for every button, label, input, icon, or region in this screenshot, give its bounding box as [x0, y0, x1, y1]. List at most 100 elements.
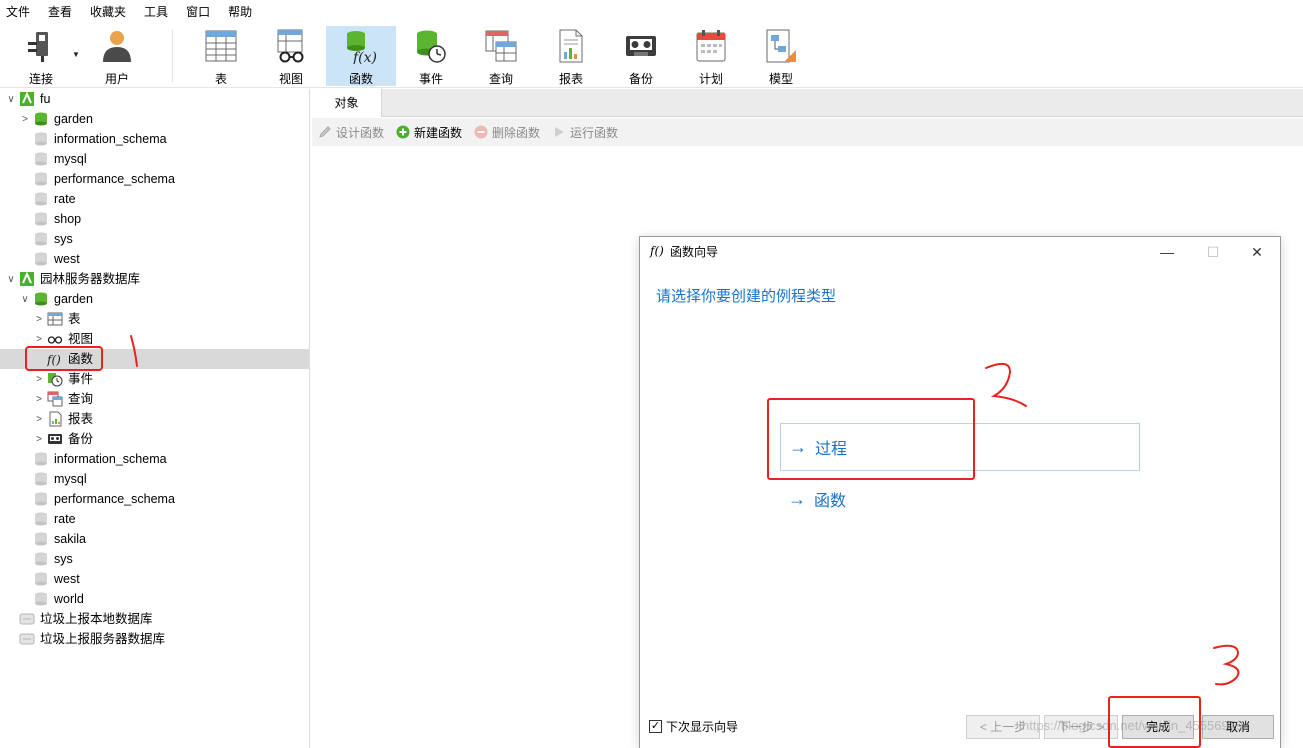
arrow-right-icon: → [789, 436, 807, 457]
database-icon [33, 291, 49, 307]
toolbar-separator [172, 30, 173, 82]
database-icon [33, 211, 49, 227]
chevron-down-icon[interactable]: ∨ [20, 289, 30, 309]
database-item[interactable]: performance_schema [0, 489, 309, 509]
chevron-right-icon[interactable]: > [34, 329, 44, 349]
option-procedure[interactable]: → 过程 [780, 423, 1140, 471]
event-clock-icon [47, 371, 63, 387]
tree-node-views[interactable]: > 视图 [0, 329, 309, 349]
main-toolbar: 连接 ▼ 用户 表 视图 f(x) 函数 事件 查询 报表 备份 计划 模型 [0, 24, 1303, 88]
database-item[interactable]: shop [0, 209, 309, 229]
function-button[interactable]: f(x) 函数 [326, 26, 396, 86]
database-item[interactable]: information_schema [0, 129, 309, 149]
chevron-down-icon[interactable]: ∨ [6, 89, 16, 109]
database-icon [33, 451, 49, 467]
tree-item-label: mysql [54, 152, 87, 166]
model-icon [764, 28, 798, 64]
menu-window[interactable]: 窗口 [180, 0, 222, 24]
connect-dropdown-icon[interactable]: ▼ [72, 50, 80, 59]
database-item[interactable]: sakila [0, 529, 309, 549]
remove-icon [474, 125, 488, 139]
connection-fu[interactable]: ∨ fu [0, 89, 309, 109]
close-button[interactable]: ✕ [1234, 237, 1280, 267]
design-function-button[interactable]: 设计函数 [318, 124, 384, 141]
chevron-right-icon[interactable]: > [34, 369, 44, 389]
backup-tape-icon [624, 28, 658, 64]
database-icon [33, 491, 49, 507]
connection-local-db[interactable]: 垃圾上报本地数据库 [0, 609, 309, 629]
query-icon [47, 391, 63, 407]
menu-file[interactable]: 文件 [0, 0, 42, 24]
connection-server-db[interactable]: 垃圾上报服务器数据库 [0, 629, 309, 649]
tree-item-label: 视图 [68, 332, 94, 346]
tree-item-label: 备份 [68, 432, 94, 446]
option-function[interactable]: → 函数 [780, 475, 1140, 523]
menu-tools[interactable]: 工具 [138, 0, 180, 24]
tree-item-label: 表 [68, 312, 81, 326]
tree-node-queries[interactable]: > 查询 [0, 389, 309, 409]
database-item[interactable]: mysql [0, 149, 309, 169]
menu-help[interactable]: 帮助 [222, 0, 264, 24]
database-icon [33, 551, 49, 567]
backup-button[interactable]: 备份 [606, 26, 676, 86]
query-button[interactable]: 查询 [466, 26, 536, 86]
menu-favorites[interactable]: 收藏夹 [84, 0, 138, 24]
backup-tape-icon [47, 431, 63, 447]
maximize-button[interactable]: ☐ [1190, 237, 1236, 267]
table-icon [47, 311, 63, 327]
table-button[interactable]: 表 [186, 26, 256, 86]
dialog-title: 函数向导 [670, 245, 719, 259]
object-toolbar: 设计函数 新建函数 删除函数 运行函数 [312, 118, 1303, 146]
chevron-right-icon[interactable]: > [20, 109, 30, 129]
navigator-panel: ∨ fu > garden information_schema mysql perform… [0, 89, 310, 748]
view-button[interactable]: 视图 [256, 26, 326, 86]
database-item[interactable]: mysql [0, 469, 309, 489]
database-item[interactable]: > garden [0, 109, 309, 129]
database-item[interactable]: world [0, 589, 309, 609]
tree-node-backups[interactable]: > 备份 [0, 429, 309, 449]
tree-node-events[interactable]: > 事件 [0, 369, 309, 389]
database-item[interactable]: sys [0, 549, 309, 569]
tree-item-label: 查询 [68, 392, 94, 406]
tree-item-label: 垃圾上报本地数据库 [40, 612, 153, 626]
database-item[interactable]: information_schema [0, 449, 309, 469]
database-item[interactable]: performance_schema [0, 169, 309, 189]
connect-button[interactable]: 连接 [6, 26, 76, 86]
event-button[interactable]: 事件 [396, 26, 466, 86]
dialog-titlebar: f() 函数向导 — ☐ ✕ [640, 237, 1280, 267]
tree-node-reports[interactable]: > 报表 [0, 409, 309, 429]
report-button[interactable]: 报表 [536, 26, 606, 86]
show-wizard-checkbox[interactable]: ✓ [649, 720, 662, 733]
database-icon [33, 591, 49, 607]
tree-node-tables[interactable]: > 表 [0, 309, 309, 329]
chevron-right-icon[interactable]: > [34, 409, 44, 429]
user-button[interactable]: 用户 [82, 26, 152, 86]
chevron-right-icon[interactable]: > [34, 309, 44, 329]
database-item[interactable]: sys [0, 229, 309, 249]
object-tabstrip: 对象 [312, 89, 1303, 117]
chevron-right-icon[interactable]: > [34, 389, 44, 409]
chevron-down-icon[interactable]: ∨ [6, 269, 16, 289]
schedule-button[interactable]: 计划 [676, 26, 746, 86]
database-garden-open[interactable]: ∨ garden [0, 289, 309, 309]
view-glasses-icon [274, 28, 308, 64]
chevron-right-icon[interactable]: > [34, 429, 44, 449]
user-icon [100, 28, 134, 64]
database-item[interactable]: rate [0, 189, 309, 209]
tree-node-functions[interactable]: f() 函数 [0, 349, 309, 369]
connection-garden-server[interactable]: ∨ 园林服务器数据库 [0, 269, 309, 289]
new-function-button[interactable]: 新建函数 [396, 124, 462, 141]
menu-view[interactable]: 查看 [42, 0, 84, 24]
minimize-button[interactable]: — [1144, 237, 1190, 267]
connection-closed-icon [19, 611, 35, 627]
model-button[interactable]: 模型 [746, 26, 816, 86]
database-item[interactable]: rate [0, 509, 309, 529]
database-item[interactable]: west [0, 569, 309, 589]
tree-item-label: world [54, 592, 84, 606]
tab-objects[interactable]: 对象 [312, 89, 382, 117]
tree-item-label: 报表 [68, 412, 94, 426]
database-item[interactable]: west [0, 249, 309, 269]
tree-item-label: shop [54, 212, 82, 226]
run-function-button[interactable]: 运行函数 [552, 124, 618, 141]
delete-function-button[interactable]: 删除函数 [474, 124, 540, 141]
